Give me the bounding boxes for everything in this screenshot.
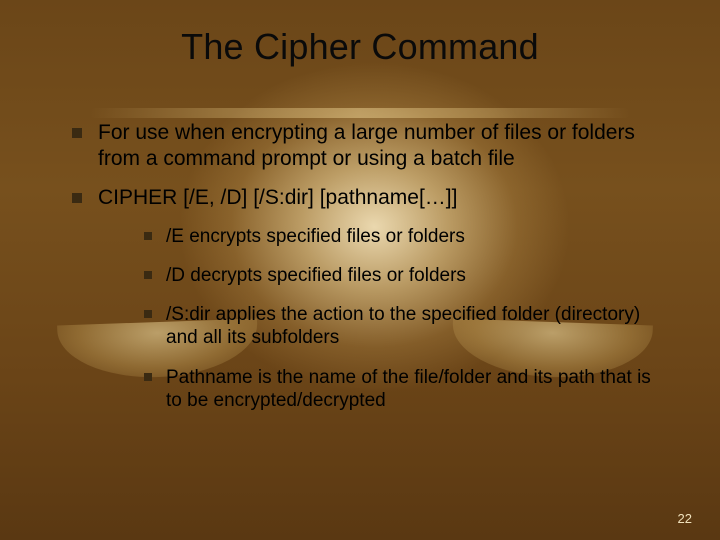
page-number: 22 (678, 511, 692, 526)
slide-title: The Cipher Command (0, 26, 720, 68)
square-bullet-icon (72, 193, 82, 203)
square-bullet-icon (144, 232, 152, 240)
sub-bullet-text: /D decrypts specified files or folders (166, 264, 466, 287)
bullet-text: CIPHER [/E, /D] [/S:dir] [pathname[…]] (98, 185, 457, 211)
bullet-item: For use when encrypting a large number o… (72, 120, 660, 171)
sub-bullet-item: /D decrypts specified files or folders (144, 264, 660, 287)
bullet-text: For use when encrypting a large number o… (98, 120, 660, 171)
square-bullet-icon (144, 310, 152, 318)
sub-bullet-item: Pathname is the name of the file/folder … (144, 366, 660, 412)
sub-bullet-list: /E encrypts specified files or folders /… (144, 225, 660, 412)
decorative-beam (90, 108, 630, 118)
sub-bullet-text: Pathname is the name of the file/folder … (166, 366, 660, 412)
sub-bullet-item: /S:dir applies the action to the specifi… (144, 303, 660, 349)
sub-bullet-item: /E encrypts specified files or folders (144, 225, 660, 248)
square-bullet-icon (144, 373, 152, 381)
sub-bullet-text: /E encrypts specified files or folders (166, 225, 465, 248)
bullet-item: CIPHER [/E, /D] [/S:dir] [pathname[…]] (72, 185, 660, 211)
sub-bullet-text: /S:dir applies the action to the specifi… (166, 303, 660, 349)
slide-body: For use when encrypting a large number o… (72, 120, 660, 428)
slide: The Cipher Command For use when encrypti… (0, 0, 720, 540)
square-bullet-icon (144, 271, 152, 279)
square-bullet-icon (72, 128, 82, 138)
